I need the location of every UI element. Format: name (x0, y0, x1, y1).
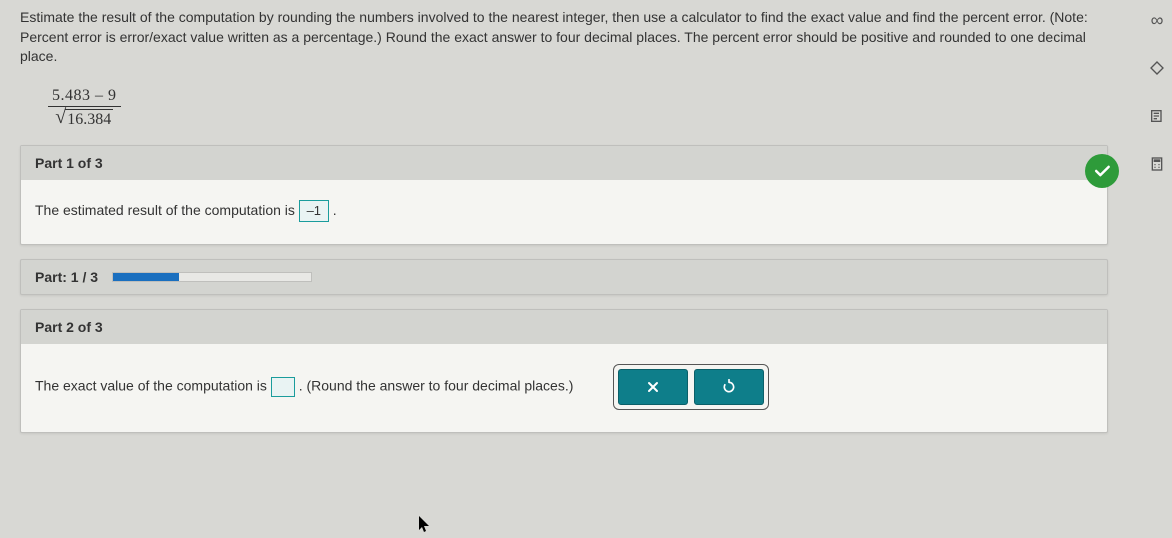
part-2-header: Part 2 of 3 (21, 310, 1107, 344)
part-2-suffix: . (Round the answer to four decimal plac… (299, 377, 574, 393)
part-2-card: Part 2 of 3 The exact value of the compu… (20, 309, 1108, 433)
infinity-icon[interactable]: ∞ (1147, 10, 1167, 30)
part-1-suffix: . (333, 202, 337, 218)
correct-check-icon (1085, 154, 1119, 188)
part-1-answer-box[interactable]: –1 (299, 200, 329, 222)
note-icon[interactable] (1147, 106, 1167, 126)
part-1-prompt: The estimated result of the computation … (35, 202, 299, 218)
question-text: Estimate the result of the computation b… (20, 8, 1108, 67)
action-button-group (613, 364, 769, 410)
formula-numerator: 5.483 – 9 (48, 87, 121, 107)
close-icon (645, 379, 661, 395)
part-2-answer-input[interactable] (271, 377, 295, 397)
formula-radicand: 16.384 (65, 109, 113, 129)
progress-card: Part: 1 / 3 (20, 259, 1108, 295)
calculator-icon[interactable] (1147, 154, 1167, 174)
reset-icon (721, 379, 737, 395)
progress-label: Part: 1 / 3 (35, 269, 98, 285)
formula: 5.483 – 9 √ 16.384 (48, 87, 121, 129)
progress-bar (112, 272, 312, 282)
part-1-card: Part 1 of 3 The estimated result of the … (20, 145, 1108, 245)
reset-button[interactable] (694, 369, 764, 405)
close-button[interactable] (618, 369, 688, 405)
cursor-icon (418, 515, 432, 538)
part-1-header: Part 1 of 3 (21, 146, 1107, 180)
side-toolbar: ∞ (1144, 10, 1170, 174)
part-2-prompt: The exact value of the computation is (35, 377, 271, 393)
progress-fill (113, 273, 179, 281)
diamond-icon[interactable] (1147, 58, 1167, 78)
